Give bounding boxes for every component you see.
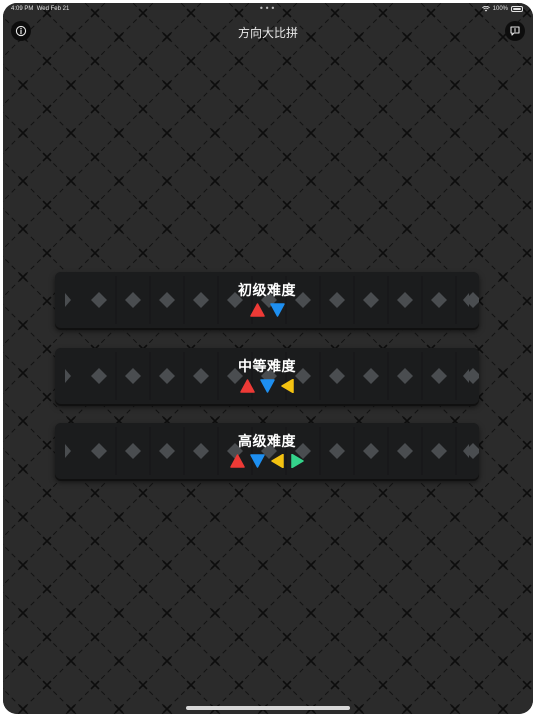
arrow-down-icon [249, 454, 265, 468]
arrow-down-icon [259, 379, 275, 393]
arrow-up-icon [239, 379, 255, 393]
arrow-left-icon [270, 454, 284, 468]
game-screen: 4:09 PM Wed Feb 21 ••• 100% 方向大比拼 初级难度 中… [3, 3, 533, 714]
status-indicators: 100% [481, 6, 523, 12]
nav-bar: 方向大比拼 [3, 17, 533, 47]
level-title: 中等难度 [238, 359, 296, 375]
home-indicator[interactable] [186, 706, 350, 710]
level-title: 高级难度 [238, 434, 296, 450]
multitask-dots-icon[interactable]: ••• [259, 4, 276, 13]
level-beginner-button[interactable]: 初级难度 [55, 272, 479, 328]
feedback-icon [510, 26, 520, 36]
status-time: 4:09 PM Wed Feb 21 [11, 6, 69, 12]
battery-icon [511, 6, 523, 12]
arrow-up-icon [229, 454, 245, 468]
arrow-left-icon [280, 379, 294, 393]
feedback-button[interactable] [505, 21, 525, 41]
level-advanced-button[interactable]: 高级难度 [55, 423, 479, 479]
wifi-icon [481, 6, 490, 12]
arrow-down-icon [269, 303, 285, 317]
level-intermediate-button[interactable]: 中等难度 [55, 348, 479, 404]
arrow-row [55, 379, 479, 393]
page-title: 方向大比拼 [237, 26, 298, 40]
status-clock: 4:09 PM [11, 6, 34, 12]
arrow-row [55, 303, 479, 317]
status-date: Wed Feb 21 [36, 6, 70, 12]
arrow-row [55, 454, 479, 468]
battery-percent: 100% [492, 6, 508, 12]
level-title: 初级难度 [238, 283, 296, 299]
arrow-right-icon [290, 454, 304, 468]
arrow-up-icon [249, 303, 265, 317]
status-bar: 4:09 PM Wed Feb 21 ••• 100% [3, 3, 533, 17]
